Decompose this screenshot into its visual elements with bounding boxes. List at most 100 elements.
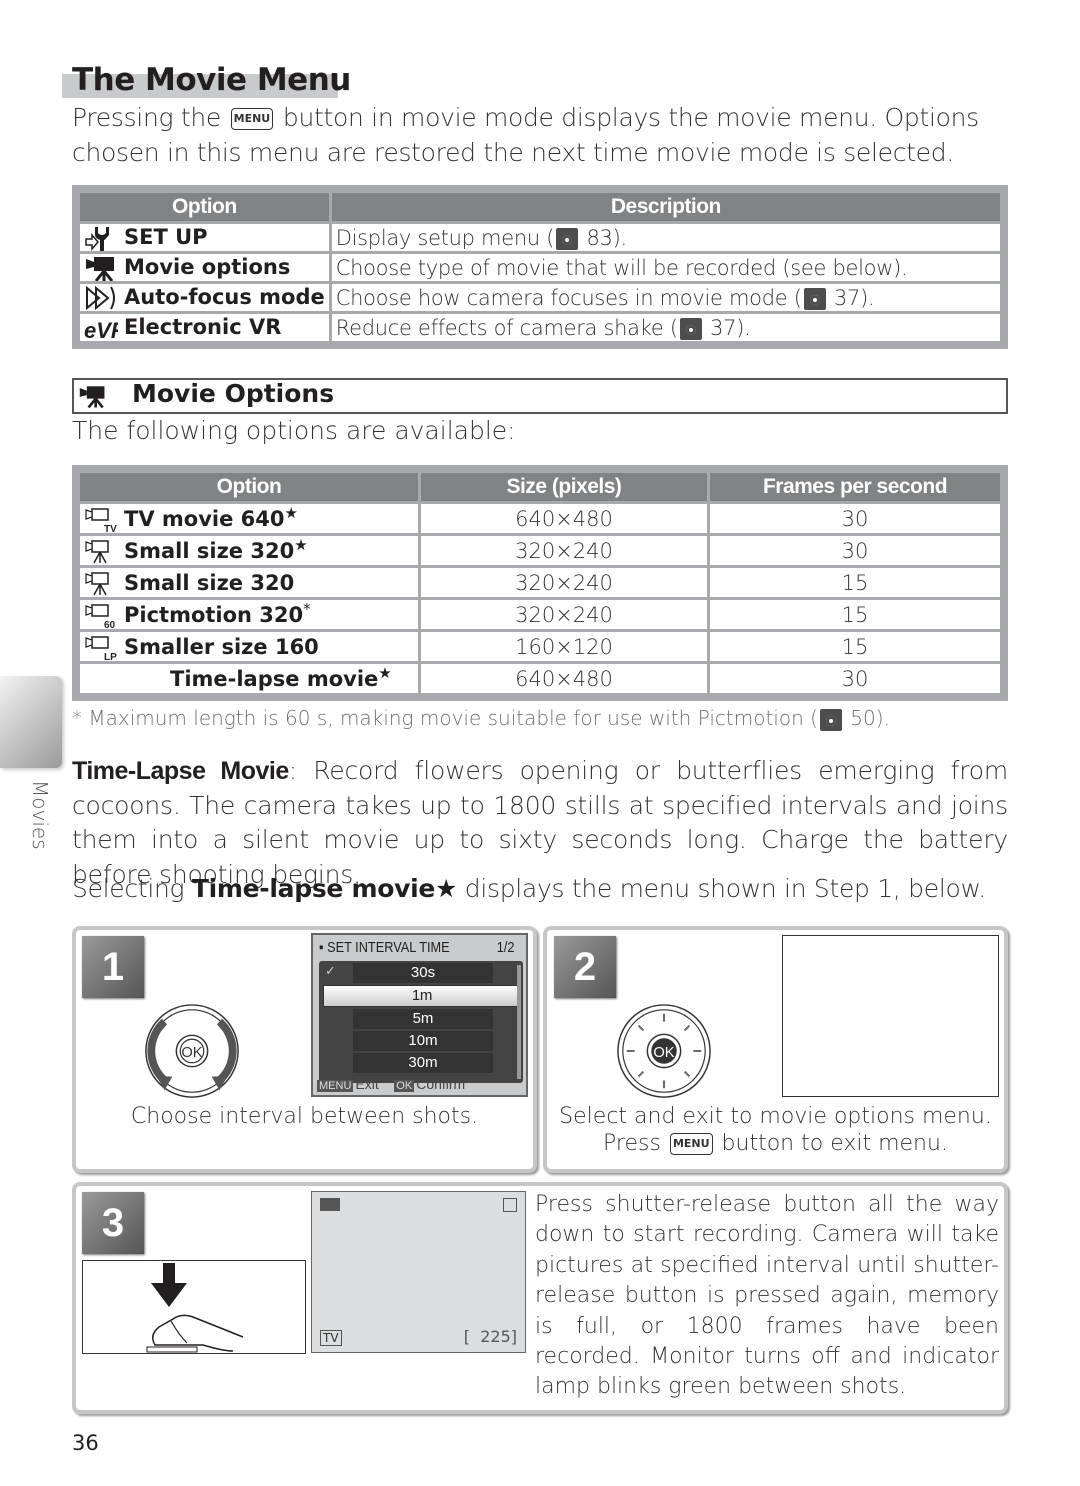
lcd-footer: MENU Exit OK Confirm <box>317 1076 465 1092</box>
check-icon: ✓ <box>325 963 336 978</box>
option-label: Smaller size 160 <box>124 635 319 659</box>
option-mark: ★ <box>284 504 298 522</box>
interval-option[interactable]: 30s <box>353 963 493 983</box>
frames-remaining-value: 225 <box>480 1327 511 1346</box>
caption-line-2: Press MENU button to exit menu. <box>543 1131 1008 1156</box>
caption-text-2: button to exit menu. <box>714 1131 948 1156</box>
lcd-title: ▪ SET INTERVAL TIME <box>319 939 450 956</box>
ok-button-label: OK <box>181 1045 202 1061</box>
movie-camera-icon <box>86 256 114 281</box>
step-number: 3 <box>82 1192 144 1254</box>
movie-camera-icon <box>79 386 105 409</box>
rotary-multi-selector-icon: OK <box>145 1004 239 1098</box>
table-row: Time-lapse movie★ 640×480 30 <box>80 664 1000 693</box>
interval-option[interactable]: 5m <box>353 1009 493 1029</box>
section-tab <box>0 676 62 768</box>
lcd-title-text: SET INTERVAL TIME <box>327 939 450 956</box>
menu-button-icon: MENU <box>669 1133 713 1155</box>
exit-label: Exit <box>355 1076 379 1092</box>
step-3-text: Press shutter-release button all the way… <box>535 1192 999 1400</box>
option-cell: LP Smaller size 160 <box>80 632 418 661</box>
time-lapse-term: Time-Lapse Movie <box>72 757 289 785</box>
size-cell: 640×480 <box>421 664 707 693</box>
table-row: Small size 320 320×240 15 <box>80 568 1000 597</box>
page-reference-number: 83). <box>580 225 627 250</box>
table-row: 60 Pictmotion 320* 320×240 15 <box>80 600 1000 629</box>
table-row: TV TV movie 640★ 640×480 30 <box>80 504 1000 533</box>
menu-tag-icon: MENU <box>317 1080 354 1092</box>
option-cell: Small size 320★ <box>80 536 418 565</box>
electronic-vr-icon: eVR <box>84 318 118 341</box>
page-reference-number: 37). <box>703 315 751 340</box>
option-label: Small size 320 <box>124 571 295 595</box>
header-fps: Frames per second <box>710 473 1000 501</box>
select-bold: Time-lapse movie★ <box>191 874 458 903</box>
interval-option[interactable]: 30m <box>353 1053 493 1073</box>
size-cell: 640×480 <box>421 504 707 533</box>
option-cell: Small size 320 <box>80 568 418 597</box>
time-lapse-mode-icon <box>320 1198 340 1211</box>
option-label: Time-lapse movie <box>170 667 379 691</box>
option-cell: TV TV movie 640★ <box>80 504 418 533</box>
page-reference-icon <box>679 317 702 340</box>
fps-cell: 30 <box>710 536 1000 565</box>
ok-button-label: OK <box>653 1045 674 1061</box>
step-number: 1 <box>82 936 144 998</box>
footnote-page: 50). <box>843 706 890 730</box>
interval-option-selected[interactable]: 1m <box>323 985 521 1007</box>
movie-menu-table: Option Description SET UP Display setup … <box>72 185 1008 349</box>
svg-text:LP: LP <box>104 652 117 661</box>
option-label: TV movie 640 <box>124 507 285 531</box>
size-cell: 320×240 <box>421 568 707 597</box>
header-description: Description <box>331 193 1000 221</box>
smaller-size-icon: LP <box>85 636 117 661</box>
header-option: Option <box>80 473 418 501</box>
interval-list: ✓ 30s 1m 5m 10m 30m <box>319 961 523 1083</box>
fps-cell: 15 <box>710 568 1000 597</box>
header-size: Size (pixels) <box>421 473 707 501</box>
shutter-illustration <box>82 1260 306 1354</box>
internal-memory-icon <box>503 1198 517 1212</box>
svg-text:TV: TV <box>104 524 117 533</box>
option-cell: 60 Pictmotion 320* <box>80 600 418 629</box>
footnote-text: * Maximum length is 60 s, making movie s… <box>72 706 818 730</box>
option-cell: Time-lapse movie★ <box>80 664 418 693</box>
options-intro: The following options are available: <box>72 416 516 445</box>
option-label: Auto-focus mode <box>124 284 325 309</box>
option-label: SET UP <box>124 224 208 249</box>
option-label: Small size 320 <box>124 539 295 563</box>
header-option: Option <box>80 193 329 221</box>
fps-cell: 30 <box>710 664 1000 693</box>
lcd-header: ▪ SET INTERVAL TIME 1/2 <box>319 939 515 956</box>
size-cell: 160×120 <box>421 632 707 661</box>
option-label: Pictmotion 320 <box>124 603 304 627</box>
page-title: The Movie Menu <box>72 62 351 98</box>
description-text: Choose how camera focuses in movie mode … <box>335 285 802 310</box>
fps-cell: 30 <box>710 504 1000 533</box>
confirm-label: Confirm <box>416 1076 466 1092</box>
select-text: Selecting <box>72 874 192 903</box>
press-shutter-icon <box>146 1263 244 1353</box>
svg-text:60: 60 <box>104 620 116 629</box>
rotary-multi-selector-icon: OK <box>617 1004 711 1098</box>
svg-text:eVR: eVR <box>84 318 118 341</box>
option-mark: ★ <box>294 536 308 554</box>
fps-cell: 15 <box>710 632 1000 661</box>
lcd-scrollbar[interactable] <box>517 965 521 1079</box>
table-row: Movie options Choose type of movie that … <box>80 254 1000 281</box>
fps-cell: 15 <box>710 600 1000 629</box>
size-cell: 320×240 <box>421 536 707 565</box>
pictmotion-icon: 60 <box>85 604 116 629</box>
page-reference-icon <box>819 708 842 731</box>
interval-option[interactable]: 10m <box>353 1031 493 1051</box>
page-reference-number: 37). <box>827 285 875 310</box>
table-row: Auto-focus mode Choose how camera focuse… <box>80 284 1000 311</box>
intro-text: Pressing the <box>72 103 229 132</box>
small-size-star-icon <box>85 540 109 564</box>
intro-paragraph: Pressing the MENU button in movie mode d… <box>72 100 1022 170</box>
step-2-caption: Select and exit to movie options menu. P… <box>543 1104 1008 1156</box>
description-text: Reduce effects of camera shake ( <box>335 315 678 340</box>
table-row: Small size 320★ 320×240 30 <box>80 536 1000 565</box>
movie-options-table: Option Size (pixels) Frames per second T… <box>72 465 1008 701</box>
small-size-icon <box>85 572 109 596</box>
